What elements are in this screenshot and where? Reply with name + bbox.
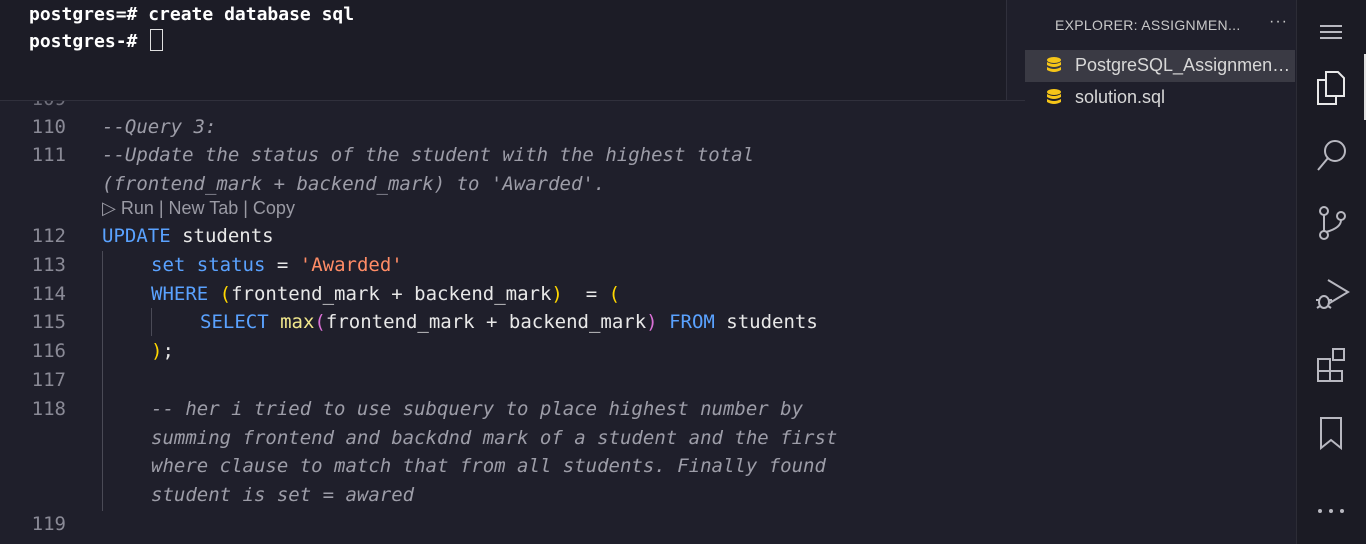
code-line-113: set status = 'Awarded' bbox=[151, 254, 403, 276]
code-line-118-wrap: student is set = awared bbox=[151, 484, 415, 506]
files-icon bbox=[1317, 71, 1345, 105]
line-number: 115 bbox=[31, 311, 66, 333]
terminal-divider bbox=[1006, 0, 1007, 100]
code-editor[interactable]: 109 110 --Query 3: 111 --Update the stat… bbox=[0, 101, 1025, 544]
terminal-panel[interactable]: postgres=# create database sql postgres-… bbox=[0, 0, 1006, 100]
keyword: UPDATE bbox=[102, 225, 171, 247]
code-line-116: ); bbox=[151, 340, 174, 362]
code-line-118: -- her i tried to use subquery to place … bbox=[151, 398, 804, 420]
terminal-line-1: postgres=# create database sql bbox=[29, 4, 355, 25]
keyword: status bbox=[196, 254, 266, 276]
code-text: frontend_mark + backend_mark bbox=[325, 311, 647, 333]
paren: ( bbox=[314, 311, 326, 333]
keyword: WHERE bbox=[151, 283, 209, 305]
code-text: students bbox=[170, 225, 274, 247]
more-icon bbox=[1318, 509, 1344, 513]
keyword: SELECT bbox=[200, 311, 269, 333]
menu-icon bbox=[1320, 25, 1342, 39]
run-debug-icon bbox=[1316, 279, 1350, 309]
explorer-panel: EXPLORER: ASSIGNMEN... ··· PostgreSQL_As… bbox=[1025, 0, 1296, 544]
extensions-icon bbox=[1317, 348, 1345, 382]
code-line-115: SELECT max(frontend_mark + backend_mark)… bbox=[200, 311, 818, 333]
bookmarks-button[interactable] bbox=[1297, 402, 1366, 462]
code-line-111: --Update the status of the student with … bbox=[102, 144, 755, 166]
code-line-112: UPDATE students bbox=[102, 225, 274, 247]
paren: ( bbox=[608, 283, 621, 305]
bookmark-icon bbox=[1320, 417, 1342, 451]
terminal-line-2: postgres-# bbox=[29, 29, 164, 52]
code-text: frontend_mark + backend_mark bbox=[231, 283, 552, 305]
file-label: PostgreSQL_Assignment.sql bbox=[1075, 55, 1293, 75]
more-actions-button[interactable]: ··· bbox=[1269, 13, 1288, 31]
source-control-icon bbox=[1319, 206, 1346, 240]
keyword: set bbox=[151, 254, 186, 276]
database-icon bbox=[1045, 88, 1063, 113]
terminal-cursor bbox=[150, 29, 164, 51]
code-line-111-wrap: (frontend_mark + backend_mark) to 'Award… bbox=[102, 173, 606, 195]
search-button[interactable] bbox=[1297, 124, 1366, 184]
more-views-button[interactable] bbox=[1297, 472, 1366, 532]
paren: ) bbox=[551, 283, 563, 305]
terminal-prompt: postgres-# bbox=[29, 31, 138, 52]
code-text: ; bbox=[162, 340, 174, 362]
string-literal: 'Awarded' bbox=[299, 254, 403, 276]
line-number: 113 bbox=[31, 254, 66, 276]
code-line-118-wrap: where clause to match that from all stud… bbox=[151, 455, 826, 477]
keyword: FROM bbox=[669, 311, 715, 333]
function-name: max bbox=[280, 311, 315, 333]
indent-guide bbox=[102, 251, 103, 511]
menu-button[interactable] bbox=[1297, 0, 1366, 60]
line-number: 118 bbox=[31, 398, 66, 420]
file-item[interactable]: PostgreSQL_Assignment.sql bbox=[1025, 50, 1295, 82]
code-text: = bbox=[265, 254, 300, 276]
source-control-button[interactable] bbox=[1297, 192, 1366, 252]
line-number: 111 bbox=[31, 144, 66, 166]
line-number: 109 bbox=[0, 101, 66, 110]
search-icon bbox=[1317, 140, 1346, 171]
code-line-114: WHERE (frontend_mark + backend_mark) = ( bbox=[151, 283, 620, 305]
paren: ) bbox=[151, 340, 163, 362]
codelens-actions[interactable]: ▷ Run | New Tab | Copy bbox=[102, 198, 295, 219]
line-number: 119 bbox=[31, 513, 66, 535]
paren: ( bbox=[219, 283, 232, 305]
file-label: solution.sql bbox=[1075, 87, 1166, 107]
code-text: = bbox=[562, 283, 609, 305]
line-number: 114 bbox=[31, 283, 66, 305]
indent-guide bbox=[151, 308, 152, 336]
explorer-title: EXPLORER: ASSIGNMEN... bbox=[1055, 17, 1241, 33]
line-number: 116 bbox=[31, 340, 66, 362]
explorer-button[interactable] bbox=[1297, 56, 1366, 116]
code-line-118-wrap: summing frontend and backdnd mark of a s… bbox=[151, 427, 838, 449]
line-number: 110 bbox=[31, 116, 66, 138]
code-text: students bbox=[714, 311, 818, 333]
line-number: 112 bbox=[31, 225, 66, 247]
database-icon bbox=[1045, 56, 1063, 81]
extensions-button[interactable] bbox=[1297, 332, 1366, 392]
activity-bar bbox=[1296, 0, 1366, 544]
run-debug-button[interactable] bbox=[1297, 262, 1366, 322]
paren: ) bbox=[646, 311, 658, 333]
file-item[interactable]: solution.sql bbox=[1025, 82, 1295, 114]
line-number: 117 bbox=[31, 369, 66, 391]
code-line-110: --Query 3: bbox=[102, 116, 217, 138]
